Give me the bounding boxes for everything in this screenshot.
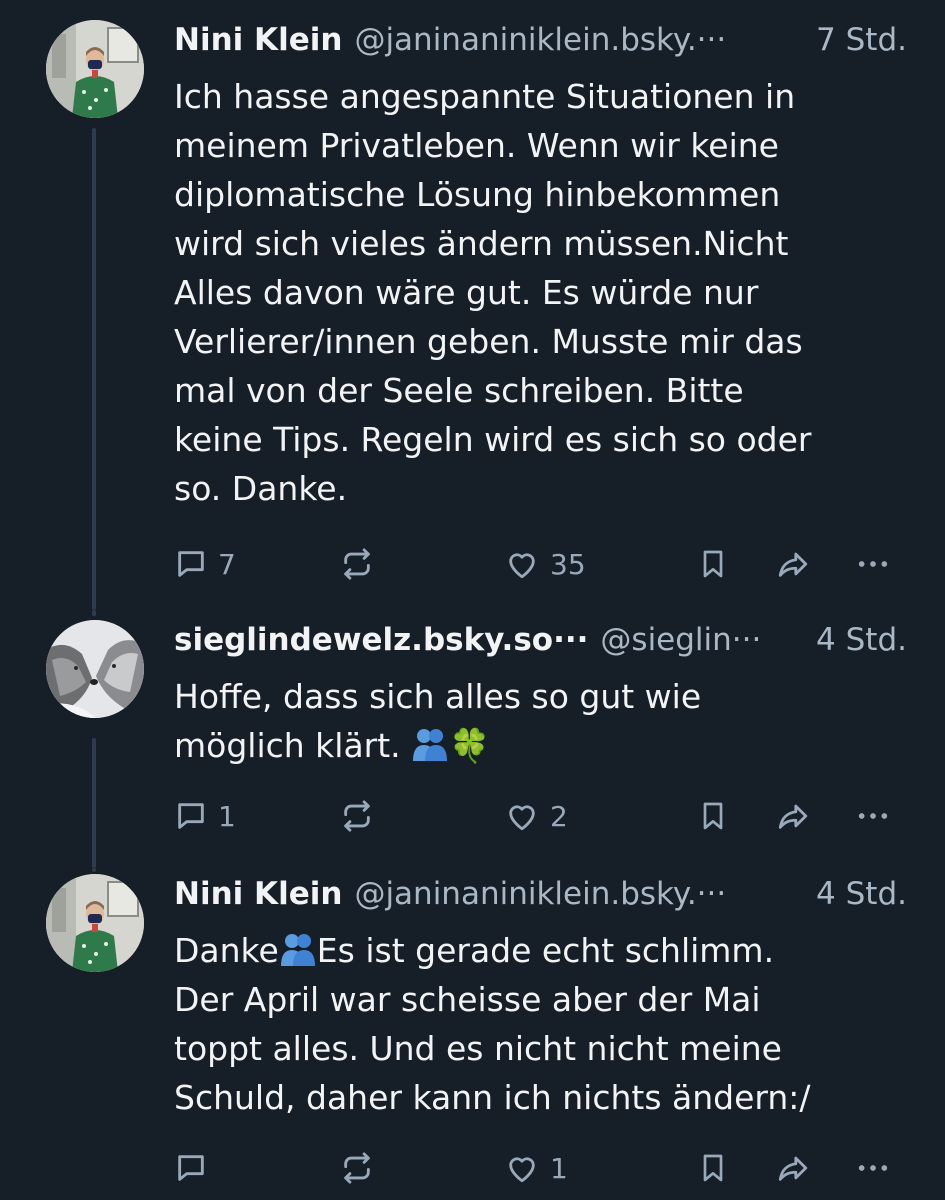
repost-arrows-icon	[339, 547, 375, 581]
post-actions: 1	[174, 1144, 909, 1192]
heart-icon	[504, 547, 540, 581]
ellipsis-icon	[854, 547, 892, 581]
author-handle[interactable]: @janinaniniklein.bsky.···	[354, 876, 802, 912]
share-arrow-icon	[774, 1151, 812, 1185]
avatar[interactable]	[46, 20, 144, 118]
post-header: Nini Klein @janinaniniklein.bsky.··· 4 S…	[174, 870, 907, 918]
post-text-line: möglich klärt. 🍀	[174, 721, 904, 770]
author-name[interactable]: Nini Klein	[174, 876, 342, 912]
reply-count: 1	[218, 799, 236, 833]
post-text-content: möglich klärt.	[174, 726, 401, 765]
thread-line	[92, 738, 96, 868]
reply-button[interactable]: 7	[174, 540, 236, 588]
post-actions: 1 2	[174, 792, 909, 840]
post-text-line: meinem Privatleben. Wenn wir keine	[174, 126, 779, 165]
bookmark-icon	[697, 547, 729, 581]
share-arrow-icon	[774, 799, 812, 833]
post-actions: 7 35	[174, 540, 909, 588]
post-text-line: diplomatische Lösung hinbekommen	[174, 175, 781, 214]
more-button[interactable]	[854, 540, 892, 588]
bookmark-button[interactable]	[697, 1144, 729, 1192]
bookmark-icon	[697, 799, 729, 833]
post-text-line: Schuld, daher kann ich nichts ändern:/	[174, 1078, 811, 1117]
repost-button[interactable]	[339, 792, 385, 840]
bookmark-icon	[697, 1151, 729, 1185]
bookmark-button[interactable]	[697, 540, 729, 588]
thread-line	[92, 128, 96, 610]
avatar-image-nini	[46, 20, 144, 118]
thread-line	[92, 610, 96, 616]
heart-icon	[504, 1151, 540, 1185]
post-1[interactable]: Nini Klein @janinaniniklein.bsky.··· 7 S…	[0, 0, 945, 610]
reply-button[interactable]: 1	[174, 792, 236, 840]
post-text-line: so. Danke.	[174, 469, 348, 508]
like-count: 35	[550, 547, 586, 581]
post-text-line: Verlierer/innen geben. Musste mir das	[174, 322, 803, 361]
reply-count: 7	[218, 547, 236, 581]
share-button[interactable]	[774, 540, 812, 588]
post-text-line: mal von der Seele schreiben. Bitte	[174, 371, 744, 410]
post-text-line: Hoffe, dass sich alles so gut wie	[174, 677, 702, 716]
post-text-content: Danke	[174, 931, 279, 970]
post-text-line: Alles davon wäre gut. Es würde nur	[174, 273, 759, 312]
share-arrow-icon	[774, 547, 812, 581]
post-text-line: keine Tips. Regeln wird es sich so oder	[174, 420, 812, 459]
like-button[interactable]: 1	[504, 1144, 568, 1192]
author-name[interactable]: sieglindewelz.bsky.so···	[174, 622, 588, 658]
post-time[interactable]: 4 Std.	[816, 876, 907, 912]
avatar-image-nini	[46, 874, 144, 972]
like-count: 2	[550, 799, 568, 833]
author-name[interactable]: Nini Klein	[174, 22, 342, 58]
avatar-image-wolves	[46, 620, 144, 718]
like-count: 1	[550, 1151, 568, 1185]
heart-icon	[504, 799, 540, 833]
more-button[interactable]	[854, 1144, 892, 1192]
post-header: sieglindewelz.bsky.so··· @sieglin··· 4 S…	[174, 616, 907, 664]
like-button[interactable]: 35	[504, 540, 586, 588]
speech-bubble-icon	[174, 799, 208, 833]
more-button[interactable]	[854, 792, 892, 840]
repost-button[interactable]	[339, 540, 385, 588]
post-text-line: toppt alles. Und es nicht nicht meine	[174, 1029, 782, 1068]
share-button[interactable]	[774, 792, 812, 840]
post-3[interactable]: Nini Klein @janinaniniklein.bsky.··· 4 S…	[0, 868, 945, 1200]
post-text: Danke Es ist gerade echt schlimm. Der Ap…	[174, 926, 904, 1122]
ellipsis-icon	[854, 799, 892, 833]
post-text-line: Der April war scheisse aber der Mai	[174, 980, 761, 1019]
post-2[interactable]: sieglindewelz.bsky.so··· @sieglin··· 4 S…	[0, 610, 945, 868]
thread-line	[92, 868, 96, 872]
post-time[interactable]: 7 Std.	[816, 22, 907, 58]
like-button[interactable]: 2	[504, 792, 568, 840]
repost-arrows-icon	[339, 1151, 375, 1185]
post-text-content: Es ist gerade echt schlimm.	[316, 931, 775, 970]
repost-arrows-icon	[339, 799, 375, 833]
post-text: Hoffe, dass sich alles so gut wie möglic…	[174, 672, 904, 770]
post-text-line: wird sich vieles ändern müssen.Nicht	[174, 224, 789, 263]
post-header: Nini Klein @janinaniniklein.bsky.··· 7 S…	[174, 16, 907, 64]
avatar[interactable]	[46, 620, 144, 718]
reply-button[interactable]	[174, 1144, 218, 1192]
share-button[interactable]	[774, 1144, 812, 1192]
ellipsis-icon	[854, 1151, 892, 1185]
speech-bubble-icon	[174, 1151, 208, 1185]
post-text-line: Ich hasse angespannte Situationen in	[174, 77, 796, 116]
avatar[interactable]	[46, 874, 144, 972]
post-time[interactable]: 4 Std.	[816, 622, 907, 658]
author-handle[interactable]: @sieglin···	[600, 622, 802, 658]
post-text: Ich hasse angespannte Situationen in mei…	[174, 72, 904, 513]
author-handle[interactable]: @janinaniniklein.bsky.···	[354, 22, 802, 58]
post-text-line: Danke Es ist gerade echt schlimm.	[174, 926, 904, 975]
speech-bubble-icon	[174, 547, 208, 581]
repost-button[interactable]	[339, 1144, 385, 1192]
people-hugging-emoji-icon	[413, 729, 448, 761]
people-hugging-emoji-icon	[280, 934, 315, 966]
clover-emoji-icon: 🍀	[449, 726, 491, 765]
bookmark-button[interactable]	[697, 792, 729, 840]
